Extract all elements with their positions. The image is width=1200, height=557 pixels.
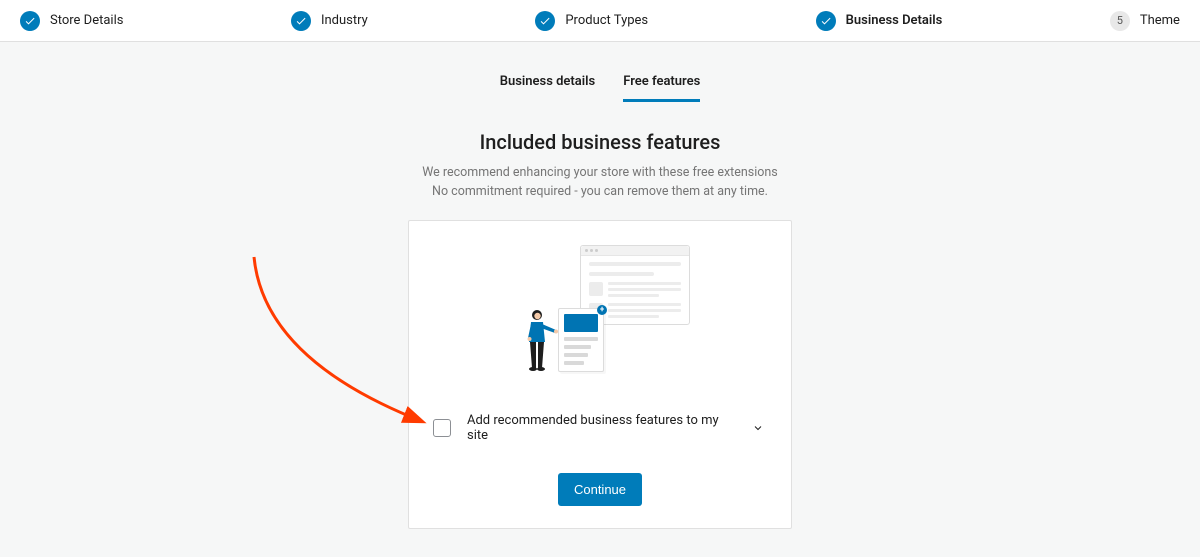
step-label: Business Details xyxy=(846,13,943,28)
step-theme[interactable]: 5 Theme xyxy=(1110,11,1180,31)
step-number-badge: 5 xyxy=(1110,11,1130,31)
features-card: + xyxy=(408,220,792,529)
tab-business-details[interactable]: Business details xyxy=(500,74,596,102)
step-business-details[interactable]: Business Details xyxy=(816,11,943,31)
tab-free-features[interactable]: Free features xyxy=(623,74,700,102)
setup-stepper: Store Details Industry Product Types Bus… xyxy=(0,0,1200,42)
plus-icon: + xyxy=(597,305,607,315)
continue-button[interactable]: Continue xyxy=(558,473,642,506)
person-icon xyxy=(522,308,560,372)
illustration: + xyxy=(510,245,690,375)
step-product-types[interactable]: Product Types xyxy=(535,11,648,31)
recommended-features-checkbox[interactable] xyxy=(433,419,451,437)
check-icon xyxy=(20,11,40,31)
checkbox-label: Add recommended business features to my … xyxy=(467,413,733,443)
page-title: Included business features xyxy=(480,130,721,154)
main-content: Business details Free features Included … xyxy=(0,42,1200,529)
step-label: Industry xyxy=(321,13,368,28)
check-icon xyxy=(816,11,836,31)
feature-toggle-row: Add recommended business features to my … xyxy=(431,403,769,453)
step-label: Theme xyxy=(1140,13,1180,28)
subtabs: Business details Free features xyxy=(500,74,701,102)
step-label: Product Types xyxy=(565,13,648,28)
page-subheading: We recommend enhancing your store with t… xyxy=(422,164,778,202)
chevron-down-icon[interactable] xyxy=(749,419,767,437)
step-store-details[interactable]: Store Details xyxy=(20,11,123,31)
step-label: Store Details xyxy=(50,13,123,28)
step-industry[interactable]: Industry xyxy=(291,11,368,31)
check-icon xyxy=(291,11,311,31)
check-icon xyxy=(535,11,555,31)
